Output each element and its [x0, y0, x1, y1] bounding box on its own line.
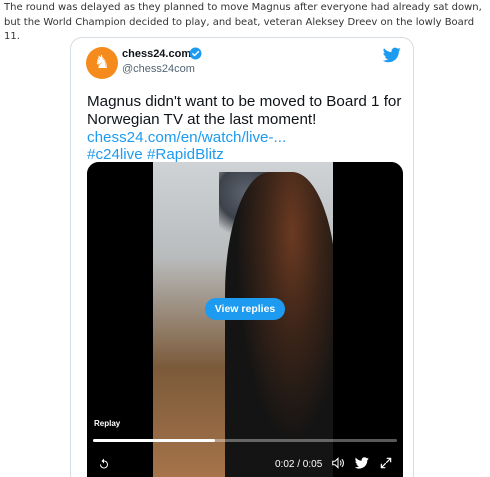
fullscreen-icon[interactable]	[379, 456, 393, 470]
letterbox-right	[333, 162, 403, 477]
video-progress-fill	[93, 439, 215, 442]
replay-button[interactable]	[93, 453, 115, 475]
video-foreground-figure	[225, 172, 337, 477]
tweet-text-block: Magnus didn't want to be moved to Board …	[87, 93, 407, 164]
tweet-link[interactable]: chess24.com/en/watch/live-...	[87, 129, 407, 147]
volume-icon[interactable]	[331, 456, 345, 470]
replay-icon	[100, 458, 108, 469]
twitter-bird-icon[interactable]	[383, 47, 401, 63]
account-avatar[interactable]: ♞	[86, 47, 118, 79]
video-player[interactable]: View replies Replay 0:02 / 0:05	[87, 162, 403, 477]
chess-knight-icon: ♞	[93, 52, 111, 73]
verified-badge-icon	[189, 47, 202, 60]
embedded-tweet[interactable]: ♞ chess24.com @chess24com Magnus didn't …	[70, 37, 414, 477]
twitter-bird-icon[interactable]	[355, 456, 369, 470]
tweet-text: Magnus didn't want to be moved to Board …	[87, 93, 402, 128]
time-readout: 0:02 / 0:05	[275, 459, 323, 470]
video-progress-bar[interactable]	[93, 439, 397, 442]
letterbox-left	[87, 162, 153, 477]
replay-label: Replay	[94, 419, 121, 428]
account-handle[interactable]: @chess24com	[122, 63, 195, 75]
account-name[interactable]: chess24.com	[122, 48, 191, 60]
view-replies-button[interactable]: View replies	[205, 298, 285, 320]
